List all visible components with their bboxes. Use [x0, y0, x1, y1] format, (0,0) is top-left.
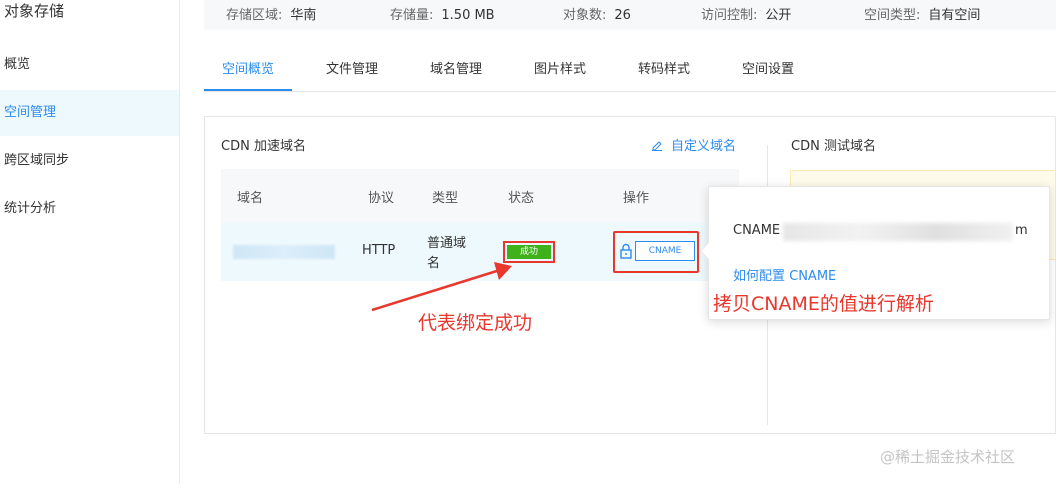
info-objects: 对象数: 26 — [563, 4, 631, 23]
type-value-line1: 普通域 — [427, 236, 467, 251]
tab-image-styles[interactable]: 图片样式 — [516, 50, 604, 91]
column-header-type: 类型 — [432, 191, 459, 206]
table-row: HTTP 普通域 名 成功 CNAME — [221, 223, 739, 281]
storage-value: 1.50 MB — [441, 8, 495, 23]
lock-icon[interactable] — [619, 243, 633, 259]
table-header: 域名 协议 类型 状态 操作 — [221, 169, 739, 223]
access-value: 公开 — [765, 8, 792, 23]
objects-value: 26 — [614, 8, 631, 23]
custom-domain-label: 自定义域名 — [671, 139, 737, 154]
tab-space-settings[interactable]: 空间设置 — [724, 50, 812, 91]
info-space-type: 空间类型: 自有空间 — [864, 4, 980, 23]
access-label: 访问控制: — [701, 8, 758, 23]
column-header-protocol: 协议 — [368, 191, 395, 206]
tab-bar: 空间概览 文件管理 域名管理 图片样式 转码样式 空间设置 — [204, 50, 1056, 92]
bucket-info-bar: 存储区域: 华南 存储量: 1.50 MB 对象数: 26 访问控制: 公开 空间类型:… — [204, 0, 1056, 30]
tab-transcode-styles[interactable]: 转码样式 — [620, 50, 708, 91]
region-value: 华南 — [290, 8, 317, 23]
cdn-domain-title: CDN 加速域名 — [221, 139, 306, 154]
sidebar-item-cross-region-sync[interactable]: 跨区域同步 — [0, 138, 179, 184]
sidebar-item-statistics[interactable]: 统计分析 — [0, 186, 179, 232]
sidebar-title: 对象存储 — [4, 2, 65, 20]
region-label: 存储区域: — [226, 8, 283, 23]
cname-label: CNAME — [733, 223, 781, 238]
watermark: @稀土掘金技术社区 — [880, 448, 1016, 466]
domain-value-redacted — [233, 245, 335, 259]
sidebar-item-space-management[interactable]: 空间管理 — [0, 90, 179, 136]
cname-value-redacted — [783, 223, 1013, 241]
column-header-domain: 域名 — [237, 191, 264, 206]
objects-label: 对象数: — [563, 8, 607, 23]
cdn-test-domain-title: CDN 测试域名 — [791, 139, 876, 154]
column-header-status: 状态 — [508, 191, 535, 206]
sidebar-item-overview[interactable]: 概览 — [0, 42, 179, 88]
edit-icon — [652, 140, 662, 151]
tab-file-management[interactable]: 文件管理 — [308, 50, 396, 91]
copy-cname-annotation: 拷贝CNAME的值进行解析 — [713, 293, 934, 315]
tab-space-overview[interactable]: 空间概览 — [204, 50, 292, 91]
status-badge: 成功 — [507, 245, 551, 259]
custom-domain-link[interactable]: 自定义域名 — [651, 135, 736, 154]
how-to-configure-cname-link[interactable]: 如何配置 CNAME — [733, 265, 836, 284]
type-value-line2: 名 — [427, 256, 441, 271]
space-type-value: 自有空间 — [928, 8, 981, 23]
bind-success-annotation: 代表绑定成功 — [418, 312, 533, 334]
info-region: 存储区域: 华南 — [226, 4, 316, 23]
storage-label: 存储量: — [390, 8, 434, 23]
cname-button[interactable]: CNAME — [635, 241, 695, 261]
info-access: 访问控制: 公开 — [701, 4, 791, 23]
column-header-actions: 操作 — [623, 191, 650, 206]
space-type-label: 空间类型: — [864, 8, 921, 23]
cname-popover: CNAME m 如何配置 CNAME 拷贝CNAME的值进行解析 — [699, 186, 1050, 320]
sidebar: 对象存储 概览 空间管理 跨区域同步 统计分析 — [0, 0, 180, 484]
cname-value-tail: m — [1015, 223, 1028, 238]
tab-domain-management[interactable]: 域名管理 — [412, 50, 500, 91]
info-storage: 存储量: 1.50 MB — [390, 4, 495, 23]
protocol-value: HTTP — [362, 243, 396, 258]
